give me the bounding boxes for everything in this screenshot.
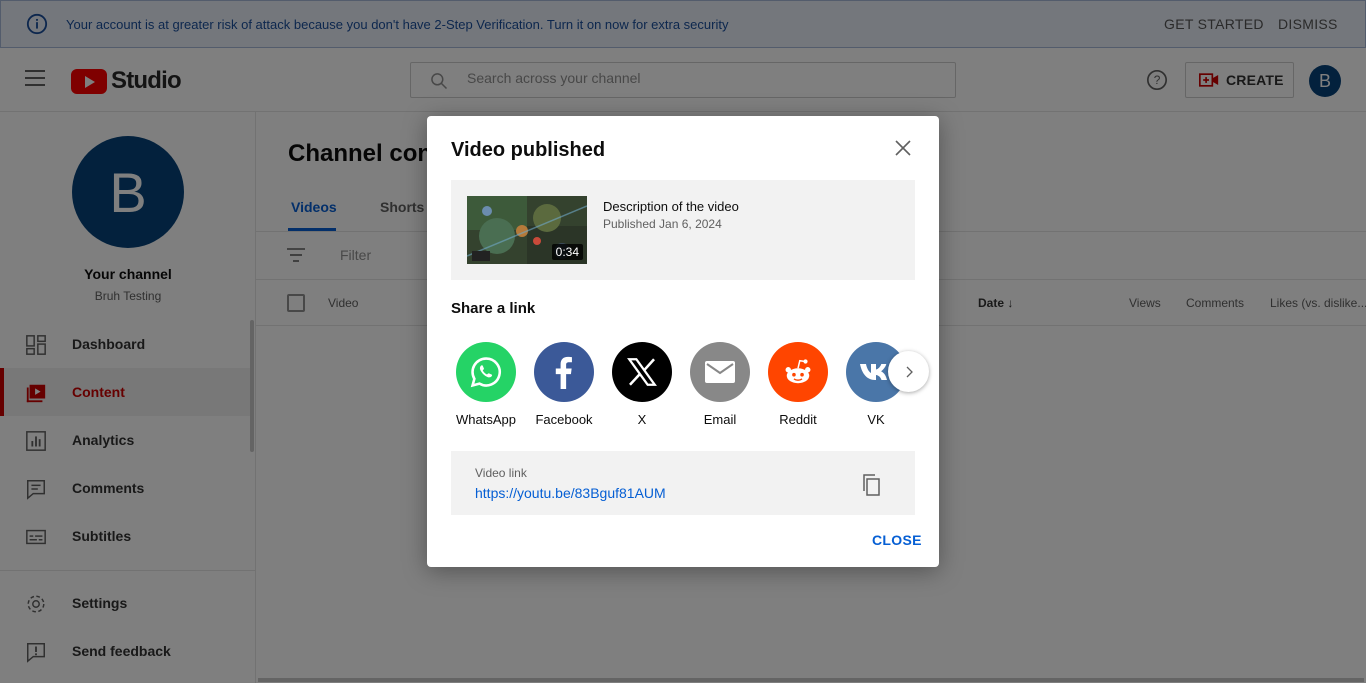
video-published-dialog: Video published 0:34 Description of the …	[427, 116, 939, 567]
reddit-icon	[768, 342, 828, 402]
close-icon[interactable]	[891, 136, 915, 160]
share-label: VK	[867, 412, 885, 427]
video-card: 0:34 Description of the video Published …	[451, 180, 915, 280]
share-label: WhatsApp	[456, 412, 516, 427]
video-thumbnail[interactable]: 0:34	[467, 196, 587, 264]
copy-icon[interactable]	[861, 474, 881, 496]
share-label: X	[637, 412, 647, 427]
whatsapp-icon	[456, 342, 516, 402]
video-description: Description of the video	[603, 199, 739, 214]
video-link-url[interactable]: https://youtu.be/83Bguf81AUM	[475, 485, 666, 501]
share-next-button[interactable]	[888, 351, 929, 392]
dialog-title: Video published	[451, 139, 606, 161]
share-label: Email	[703, 412, 737, 427]
share-label: Facebook	[535, 412, 593, 427]
share-title: Share a link	[451, 300, 536, 317]
video-link-label: Video link	[475, 466, 527, 480]
email-icon	[690, 342, 750, 402]
video-published-date: Published Jan 6, 2024	[603, 217, 722, 231]
facebook-icon	[534, 342, 594, 402]
video-link-box: Video link https://youtu.be/83Bguf81AUM	[451, 451, 915, 515]
share-targets: WhatsApp Facebook X Email Reddit VK	[451, 342, 915, 432]
share-label: Reddit	[779, 412, 817, 427]
chevron-right-icon	[906, 366, 913, 377]
close-button[interactable]: CLOSE	[872, 532, 922, 548]
x-icon	[612, 342, 672, 402]
video-duration: 0:34	[551, 244, 583, 260]
